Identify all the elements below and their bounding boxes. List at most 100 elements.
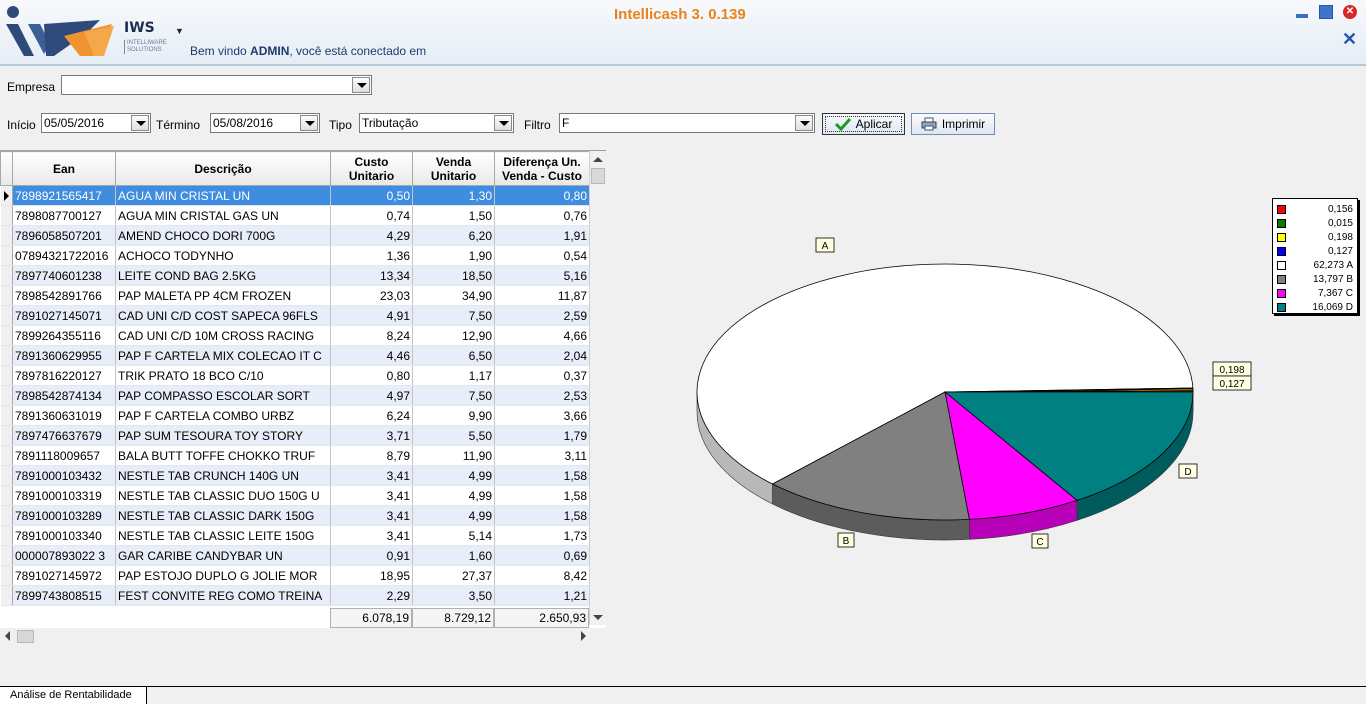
cell-ean[interactable]: 7899743808515 (12, 585, 116, 606)
cell-ean[interactable]: 7899264355116 (12, 325, 116, 346)
cell-diferenca[interactable]: 2,53 (494, 385, 590, 406)
cell-ean[interactable]: 7891360631019 (12, 405, 116, 426)
table-row[interactable]: 7898542891766 PAP MALETA PP 4CM FROZEN 23,… (0, 285, 590, 306)
tipo-select[interactable]: Tributação (359, 113, 514, 133)
cell-descricao[interactable]: PAP ESTOJO DUPLO G JOLIE MOR (115, 565, 331, 586)
table-row[interactable]: 7891000103432 NESTLE TAB CRUNCH 140G UN 3,… (0, 465, 590, 486)
scroll-down-icon[interactable] (593, 615, 603, 620)
row-indicator[interactable] (0, 485, 13, 506)
cell-venda[interactable]: 4,99 (412, 485, 495, 506)
cell-descricao[interactable]: AGUA MIN CRISTAL UN (115, 185, 331, 206)
row-indicator[interactable] (0, 425, 13, 446)
cell-diferenca[interactable]: 8,42 (494, 565, 590, 586)
cell-ean[interactable]: 7891027145972 (12, 565, 116, 586)
cell-venda[interactable]: 18,50 (412, 265, 495, 286)
cell-diferenca[interactable]: 0,80 (494, 185, 590, 206)
cell-custo[interactable]: 4,91 (330, 305, 413, 326)
table-row[interactable]: 7891027145972 PAP ESTOJO DUPLO G JOLIE MO… (0, 565, 590, 586)
cell-descricao[interactable]: NESTLE TAB CLASSIC LEITE 150G (115, 525, 331, 546)
column-header-venda[interactable]: Venda Unitario (412, 151, 495, 186)
cell-custo[interactable]: 0,50 (330, 185, 413, 206)
cell-custo[interactable]: 23,03 (330, 285, 413, 306)
row-indicator[interactable] (0, 185, 13, 206)
row-indicator[interactable] (0, 385, 13, 406)
cell-custo[interactable]: 3,71 (330, 425, 413, 446)
chevron-down-icon[interactable] (352, 77, 370, 93)
cell-ean[interactable]: 7891027145071 (12, 305, 116, 326)
row-indicator[interactable] (0, 465, 13, 486)
cell-custo[interactable]: 4,29 (330, 225, 413, 246)
table-row[interactable]: 7891000103289 NESTLE TAB CLASSIC DARK 150… (0, 505, 590, 526)
print-button[interactable]: Imprimir (911, 113, 995, 135)
row-indicator[interactable] (0, 265, 13, 286)
table-row[interactable]: 7897740601238 LEITE COND BAG 2.5KG 13,34 18… (0, 265, 590, 286)
row-indicator[interactable] (0, 245, 13, 266)
table-row[interactable]: 7891000103340 NESTLE TAB CLASSIC LEITE 15… (0, 525, 590, 546)
scroll-thumb[interactable] (591, 168, 605, 184)
scroll-up-icon[interactable] (593, 157, 603, 162)
cell-ean[interactable]: 7898542874134 (12, 385, 116, 406)
table-row[interactable]: 7891360631019 PAP F CARTELA COMBO URBZ 6,2… (0, 405, 590, 426)
cell-descricao[interactable]: CAD UNI C/D COST SAPECA 96FLS (115, 305, 331, 326)
row-indicator[interactable] (0, 445, 13, 466)
cell-descricao[interactable]: PAP SUM TESOURA TOY STORY (115, 425, 331, 446)
table-row[interactable]: 7898921565417 AGUA MIN CRISTAL UN 0,50 1,30… (0, 185, 590, 206)
cell-custo[interactable]: 0,91 (330, 545, 413, 566)
cell-descricao[interactable]: PAP COMPASSO ESCOLAR SORT (115, 385, 331, 406)
cell-custo[interactable]: 3,41 (330, 485, 413, 506)
cell-diferenca[interactable]: 11,87 (494, 285, 590, 306)
cell-descricao[interactable]: PAP F CARTELA MIX COLECAO IT C (115, 345, 331, 366)
chevron-down-icon[interactable] (131, 115, 149, 131)
cell-diferenca[interactable]: 1,73 (494, 525, 590, 546)
cell-ean[interactable]: 7891118009657 (12, 445, 116, 466)
table-row[interactable]: 7899743808515 FEST CONVITE REG COMO TREIN… (0, 585, 590, 606)
table-row[interactable]: 7891118009657 BALA BUTT TOFFE CHOKKO TRUF… (0, 445, 590, 466)
cell-descricao[interactable]: LEITE COND BAG 2.5KG (115, 265, 331, 286)
cell-ean[interactable]: 7891360629955 (12, 345, 116, 366)
cell-ean[interactable]: 000007893022 3 (12, 545, 116, 566)
row-indicator[interactable] (0, 205, 13, 226)
cell-custo[interactable]: 4,46 (330, 345, 413, 366)
tab-analise-rentabilidade[interactable]: Análise de Rentabilidade (0, 686, 147, 704)
cell-ean[interactable]: 7891000103319 (12, 485, 116, 506)
close-window-button[interactable]: ✕ (1343, 5, 1357, 19)
cell-venda[interactable]: 1,30 (412, 185, 495, 206)
cell-venda[interactable]: 7,50 (412, 305, 495, 326)
scroll-thumb[interactable] (17, 630, 34, 643)
cell-custo[interactable]: 13,34 (330, 265, 413, 286)
cell-custo[interactable]: 4,97 (330, 385, 413, 406)
cell-diferenca[interactable]: 0,76 (494, 205, 590, 226)
cell-custo[interactable]: 18,95 (330, 565, 413, 586)
cell-venda[interactable]: 12,90 (412, 325, 495, 346)
table-row[interactable]: 7898542874134 PAP COMPASSO ESCOLAR SORT 4,… (0, 385, 590, 406)
cell-diferenca[interactable]: 1,58 (494, 485, 590, 506)
cell-descricao[interactable]: CAD UNI C/D 10M CROSS RACING (115, 325, 331, 346)
cell-custo[interactable]: 2,29 (330, 585, 413, 606)
cell-diferenca[interactable]: 0,54 (494, 245, 590, 266)
vertical-scrollbar[interactable] (589, 151, 606, 625)
cell-venda[interactable]: 5,50 (412, 425, 495, 446)
cell-ean[interactable]: 7897476637679 (12, 425, 116, 446)
table-row[interactable]: 7891360629955 PAP F CARTELA MIX COLECAO I… (0, 345, 590, 366)
cell-descricao[interactable]: PAP F CARTELA COMBO URBZ (115, 405, 331, 426)
cell-diferenca[interactable]: 1,79 (494, 425, 590, 446)
table-row[interactable]: 7898087700127 AGUA MIN CRISTAL GAS UN 0,74… (0, 205, 590, 226)
cell-custo[interactable]: 1,36 (330, 245, 413, 266)
cell-venda[interactable]: 3,50 (412, 585, 495, 606)
cell-venda[interactable]: 4,99 (412, 505, 495, 526)
cell-ean[interactable]: 7897740601238 (12, 265, 116, 286)
cell-descricao[interactable]: TRIK PRATO 18 BCO C/10 (115, 365, 331, 386)
cell-custo[interactable]: 8,24 (330, 325, 413, 346)
cell-descricao[interactable]: NESTLE TAB CLASSIC DARK 150G (115, 505, 331, 526)
cell-venda[interactable]: 9,90 (412, 405, 495, 426)
column-header-custo[interactable]: Custo Unitario (330, 151, 413, 186)
horizontal-scrollbar[interactable] (0, 628, 606, 645)
cell-custo[interactable]: 6,24 (330, 405, 413, 426)
cell-diferenca[interactable]: 1,58 (494, 465, 590, 486)
cell-ean[interactable]: 7898087700127 (12, 205, 116, 226)
chevron-down-icon[interactable] (795, 115, 813, 131)
cell-custo[interactable]: 0,80 (330, 365, 413, 386)
table-row[interactable]: 7897476637679 PAP SUM TESOURA TOY STORY 3,… (0, 425, 590, 446)
cell-ean[interactable]: 7897816220127 (12, 365, 116, 386)
row-indicator[interactable] (0, 545, 13, 566)
